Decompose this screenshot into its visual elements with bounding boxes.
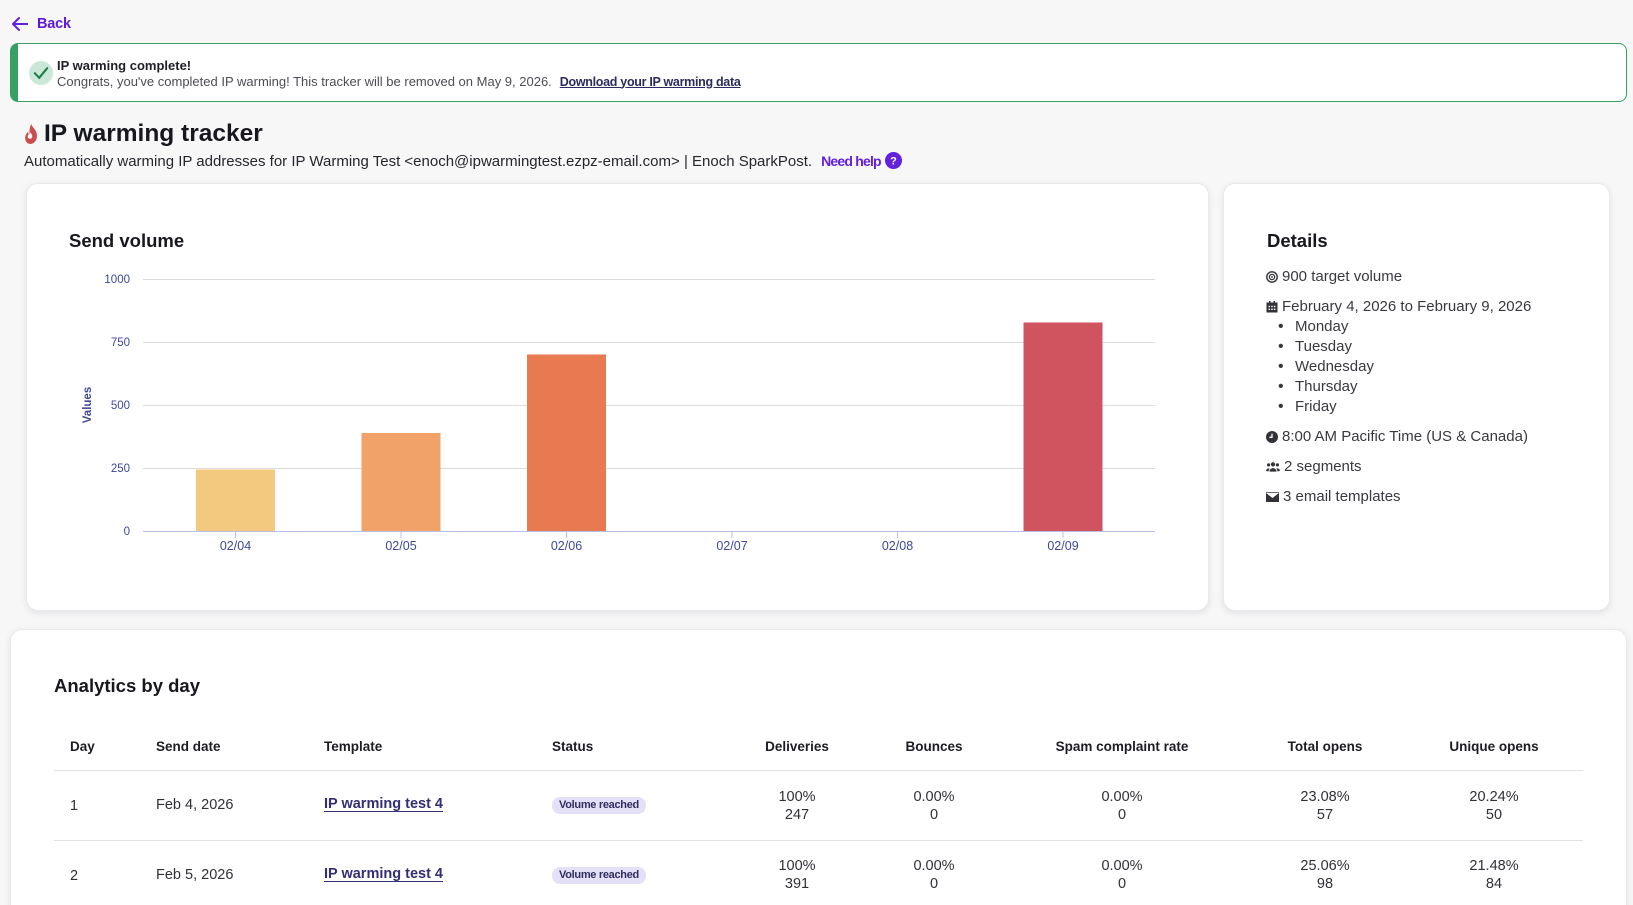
svg-text:0: 0 [124,526,130,538]
svg-text:02/04: 02/04 [220,539,251,553]
svg-text:02/08: 02/08 [882,539,913,553]
svg-text:02/06: 02/06 [551,539,582,553]
svg-text:Values: Values [82,387,94,423]
svg-text:02/09: 02/09 [1047,539,1078,553]
svg-text:02/05: 02/05 [385,539,416,553]
svg-text:1000: 1000 [104,274,130,286]
svg-text:?: ? [890,156,897,168]
svg-text:750: 750 [111,337,130,349]
svg-text:02/07: 02/07 [716,539,747,553]
svg-text:250: 250 [111,463,130,475]
svg-text:500: 500 [111,400,130,412]
